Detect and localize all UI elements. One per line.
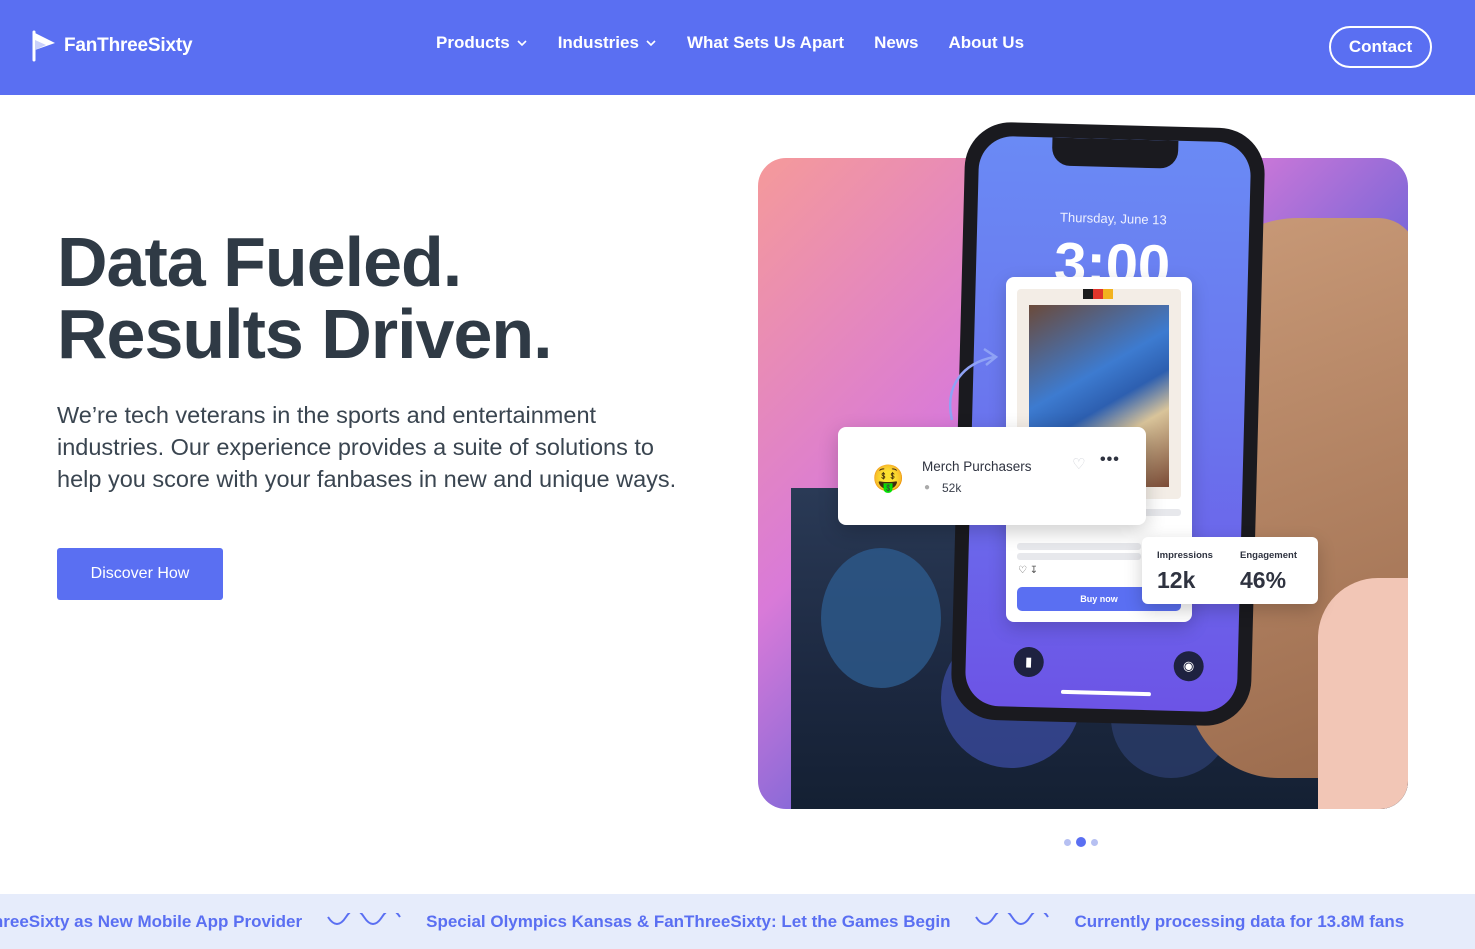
ticker-item[interactable]: Currently processing data for 13.8M fans	[1074, 912, 1404, 932]
merch-purchasers-card: 🤑 Merch Purchasers ● 52k ♡ •••	[838, 427, 1146, 525]
nav-about-us-label: About Us	[948, 33, 1025, 52]
impressions-label: Impressions	[1157, 550, 1213, 561]
stats-card: Impressions 12k Engagement 46%	[1142, 537, 1318, 604]
flag-logo-icon	[32, 30, 55, 62]
flashlight-icon: ▮	[1013, 646, 1045, 678]
placeholder-line	[1017, 553, 1141, 560]
hero-illustration: Thursday, June 13 3:00 ▮ ◉ ♡ ↧ Buy now 🤑…	[758, 121, 1418, 815]
placeholder-line	[1017, 543, 1141, 550]
carousel-dots	[1064, 837, 1098, 847]
camera-icon: ◉	[1173, 650, 1205, 682]
hero-title: Data Fueled. Results Driven.	[57, 223, 553, 373]
nav-industries-label: Industries	[557, 33, 639, 52]
merch-title: Merch Purchasers	[922, 459, 1032, 474]
carousel-dot-active[interactable]	[1076, 837, 1086, 847]
ticker-track: Selects FanThreeSixty as New Mobile App …	[0, 894, 1404, 949]
sleeve-photo	[1318, 578, 1408, 809]
nav-about-us[interactable]: About Us	[948, 33, 1024, 53]
hero-subtitle: We’re tech veterans in the sports and en…	[57, 402, 677, 492]
wave-divider-icon	[975, 912, 1050, 925]
hero-title-line-2: Results Driven.	[57, 295, 553, 373]
nav-products-label: Products	[436, 33, 510, 52]
engagement-value: 46%	[1240, 567, 1287, 593]
merch-count: 52k	[942, 481, 962, 495]
nav-industries[interactable]: Industries	[558, 33, 657, 53]
carousel-dot[interactable]	[1091, 838, 1098, 846]
heart-download-icons: ♡ ↧	[1018, 565, 1039, 576]
curved-arrow-icon	[949, 347, 999, 421]
hero-title-line-1: Data Fueled.	[57, 223, 462, 301]
contact-button[interactable]: Contact	[1329, 26, 1432, 68]
home-indicator	[1060, 689, 1151, 697]
more-dots-icon: •••	[1100, 451, 1120, 468]
impressions-value: 12k	[1157, 567, 1196, 593]
wave-divider-icon	[327, 912, 401, 925]
site-header: FanThreeSixty Products Industries What S…	[0, 0, 1475, 95]
heart-icon: ♡	[1072, 456, 1086, 473]
carousel-dot[interactable]	[1064, 838, 1071, 846]
ticker-item[interactable]: Selects FanThreeSixty as New Mobile App …	[0, 912, 302, 932]
lock-date: Thursday, June 13	[1059, 209, 1167, 228]
brand-logo[interactable]: FanThreeSixty	[32, 30, 193, 62]
chevron-down-icon	[646, 40, 656, 47]
nav-what-sets-us-apart-label: What Sets Us Apart	[686, 33, 845, 52]
nav-news-label: News	[874, 33, 919, 52]
nav-products[interactable]: Products	[436, 33, 528, 53]
user-icon: ●	[924, 482, 931, 493]
nav-news[interactable]: News	[874, 33, 918, 53]
brand-name: FanThreeSixty	[64, 35, 193, 56]
news-ticker: Selects FanThreeSixty as New Mobile App …	[0, 894, 1475, 949]
product-stripe	[1083, 289, 1113, 299]
nav-what-sets-us-apart[interactable]: What Sets Us Apart	[687, 33, 844, 53]
chevron-down-icon	[517, 40, 527, 47]
main-nav: Products Industries What Sets Us Apart N…	[436, 33, 1054, 53]
money-face-emoji: 🤑	[872, 463, 905, 493]
engagement-label: Engagement	[1240, 550, 1298, 561]
phone-notch	[1051, 137, 1179, 169]
discover-how-button[interactable]: Discover How	[57, 548, 223, 600]
ticker-item[interactable]: Special Olympics Kansas & FanThreeSixty:…	[426, 912, 950, 932]
